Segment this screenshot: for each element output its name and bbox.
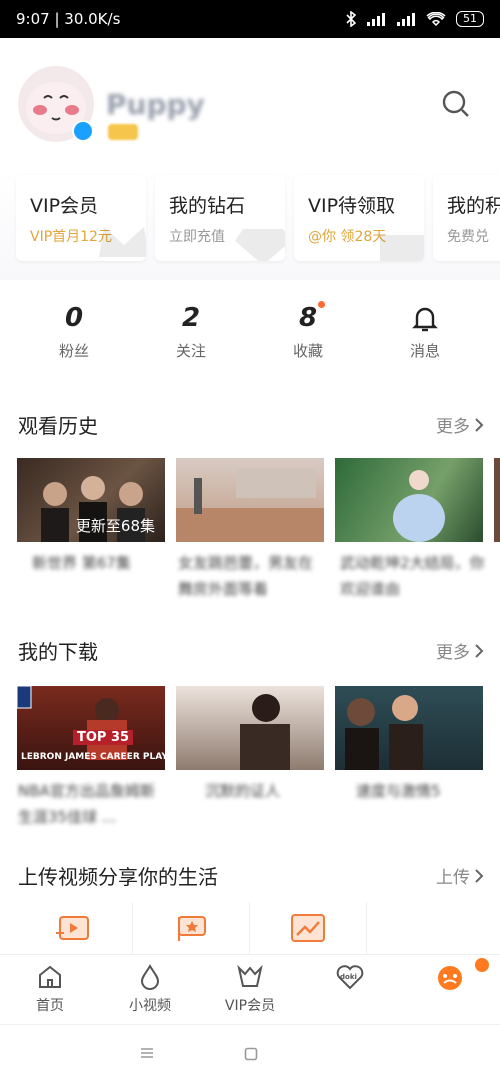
download-thumb-3[interactable] xyxy=(335,686,483,770)
video-upload-icon xyxy=(56,916,89,940)
tab-short-video[interactable]: 小视频 xyxy=(100,963,200,1015)
stats-row: 0 粉丝 2 关注 8 收藏 消息 xyxy=(0,300,500,370)
history-section-title: 观看历史 xyxy=(18,414,98,438)
history-thumb-3[interactable] xyxy=(335,458,483,542)
signal-icon xyxy=(367,13,385,26)
download-caption-3: 速度与激情5 xyxy=(356,782,441,800)
tab-label: VIP会员 xyxy=(224,998,276,1014)
download-thumb-1[interactable]: TOP 35 LEBRON JAMES CAREER PLAYS xyxy=(17,686,165,770)
home-nav-icon[interactable] xyxy=(244,1047,258,1061)
unread-dot xyxy=(318,301,325,308)
tab-doki[interactable]: doki xyxy=(300,963,400,995)
download-caption-1: NBA官方出品詹姆斯生涯35佳球 ... xyxy=(18,782,155,826)
wifi-icon xyxy=(426,12,446,26)
history-caption-3: 武动乾坤2大结局，你欢迎谁由 xyxy=(340,554,485,598)
card-vip-pending[interactable]: VIP待领取 @你 领28天 xyxy=(294,175,424,261)
thumb-image xyxy=(176,468,324,542)
card-vip-member[interactable]: VIP会员 VIP首月12元 xyxy=(16,175,146,261)
system-nav-bar xyxy=(0,1024,500,1084)
thumb-label-career: LEBRON JAMES CAREER PLAYS xyxy=(21,752,165,762)
history-more-link[interactable]: 更多 xyxy=(436,412,484,437)
username[interactable]: Puppy xyxy=(106,88,205,121)
upload-trend-tile[interactable] xyxy=(250,902,367,954)
upload-video-tile[interactable] xyxy=(16,902,133,954)
tab-home[interactable]: 首页 xyxy=(0,963,100,1015)
home-icon xyxy=(39,965,61,988)
card-title: 我的积 xyxy=(447,195,500,217)
chevron-right-icon xyxy=(475,868,484,883)
episode-overlay: 更新至68集 xyxy=(75,517,155,535)
upload-topic-tile[interactable] xyxy=(133,902,250,954)
more-label: 更多 xyxy=(436,643,470,663)
card-title: VIP会员 xyxy=(30,195,99,217)
card-my-points[interactable]: 我的积 免费兑 xyxy=(433,175,500,261)
diamond-watermark-icon xyxy=(235,229,285,261)
stat-value: 0 xyxy=(64,303,84,333)
stat-label: 收藏 xyxy=(292,342,323,360)
history-thumb-2[interactable] xyxy=(176,458,324,542)
bluetooth-icon xyxy=(346,11,356,27)
upload-section-title: 上传视频分享你的生活 xyxy=(18,865,218,889)
status-time-speed: 9:07 | 30.0K/s xyxy=(16,10,121,28)
stat-messages[interactable]: 消息 xyxy=(367,300,483,361)
vip-crown-icon xyxy=(237,964,263,987)
chevron-right-icon xyxy=(475,417,484,432)
download-caption-2: 沉默的证人 xyxy=(205,782,281,800)
stat-value: 2 xyxy=(181,303,201,333)
stat-following[interactable]: 2 关注 xyxy=(133,300,249,361)
qq-badge-icon xyxy=(72,120,94,142)
downloads-more-link[interactable]: 更多 xyxy=(436,638,484,663)
thumb-image xyxy=(345,695,423,770)
level-badge xyxy=(108,124,138,140)
more-label: 更多 xyxy=(436,417,470,437)
chevron-right-icon xyxy=(475,643,484,658)
signal-icon-2 xyxy=(397,13,415,26)
upload-label: 上传 xyxy=(436,868,470,888)
stat-value: 8 xyxy=(298,303,318,333)
stat-favorites[interactable]: 8 收藏 xyxy=(250,300,366,361)
droplet-icon xyxy=(140,963,160,990)
card-title: VIP待领取 xyxy=(308,195,396,217)
stat-label: 关注 xyxy=(175,342,206,360)
tab-vip[interactable]: VIP会员 xyxy=(200,963,300,1015)
stat-fans[interactable]: 0 粉丝 xyxy=(16,300,132,361)
doki-label: doki xyxy=(340,973,357,981)
tab-label: 首页 xyxy=(36,998,64,1014)
battery-indicator: 51 xyxy=(456,11,484,27)
downloads-section-title: 我的下载 xyxy=(18,640,98,664)
tab-label: 小视频 xyxy=(129,998,171,1014)
crown-watermark-icon xyxy=(99,227,146,257)
profile-face-icon xyxy=(438,966,462,990)
search-button[interactable] xyxy=(440,88,472,120)
bell-icon xyxy=(412,307,438,331)
bottom-tab-bar: 首页 小视频 VIP会员 doki xyxy=(0,954,500,1024)
download-thumb-2[interactable] xyxy=(176,686,324,770)
app-root: 9:07 | 30.0K/s 51 Puppy VIP会员 VIP首月12元 我… xyxy=(0,0,500,1084)
history-caption-2: 女友跳芭蕾，男友在舞房外面等着 xyxy=(178,554,314,598)
flag-star-icon xyxy=(178,916,206,941)
search-icon xyxy=(442,90,469,117)
card-my-diamonds[interactable]: 我的钻石 立即充值 xyxy=(155,175,285,261)
card-title: 我的钻石 xyxy=(169,195,246,217)
trend-chart-icon xyxy=(291,914,325,942)
menu-nav-icon[interactable] xyxy=(140,1047,154,1059)
history-caption-1: 新世界 第67集 xyxy=(32,554,131,572)
stat-label: 粉丝 xyxy=(58,342,89,360)
thumb-image xyxy=(240,694,290,770)
card-subtitle: 免费兑 xyxy=(447,229,489,245)
status-bar: 9:07 | 30.0K/s 51 xyxy=(0,0,500,38)
upload-link[interactable]: 上传 xyxy=(436,863,484,888)
thumb-image xyxy=(393,470,445,542)
vip-card-row: VIP会员 VIP首月12元 我的钻石 立即充值 VIP待领取 @你 领28天 … xyxy=(0,168,500,280)
thumb-label-top35: TOP 35 xyxy=(73,730,134,745)
notification-dot xyxy=(475,958,489,972)
history-thumb-1[interactable]: 更新至68集 xyxy=(17,458,165,542)
history-thumb-4[interactable] xyxy=(494,458,500,542)
gift-watermark-icon xyxy=(380,235,424,261)
stat-label: 消息 xyxy=(409,342,440,360)
